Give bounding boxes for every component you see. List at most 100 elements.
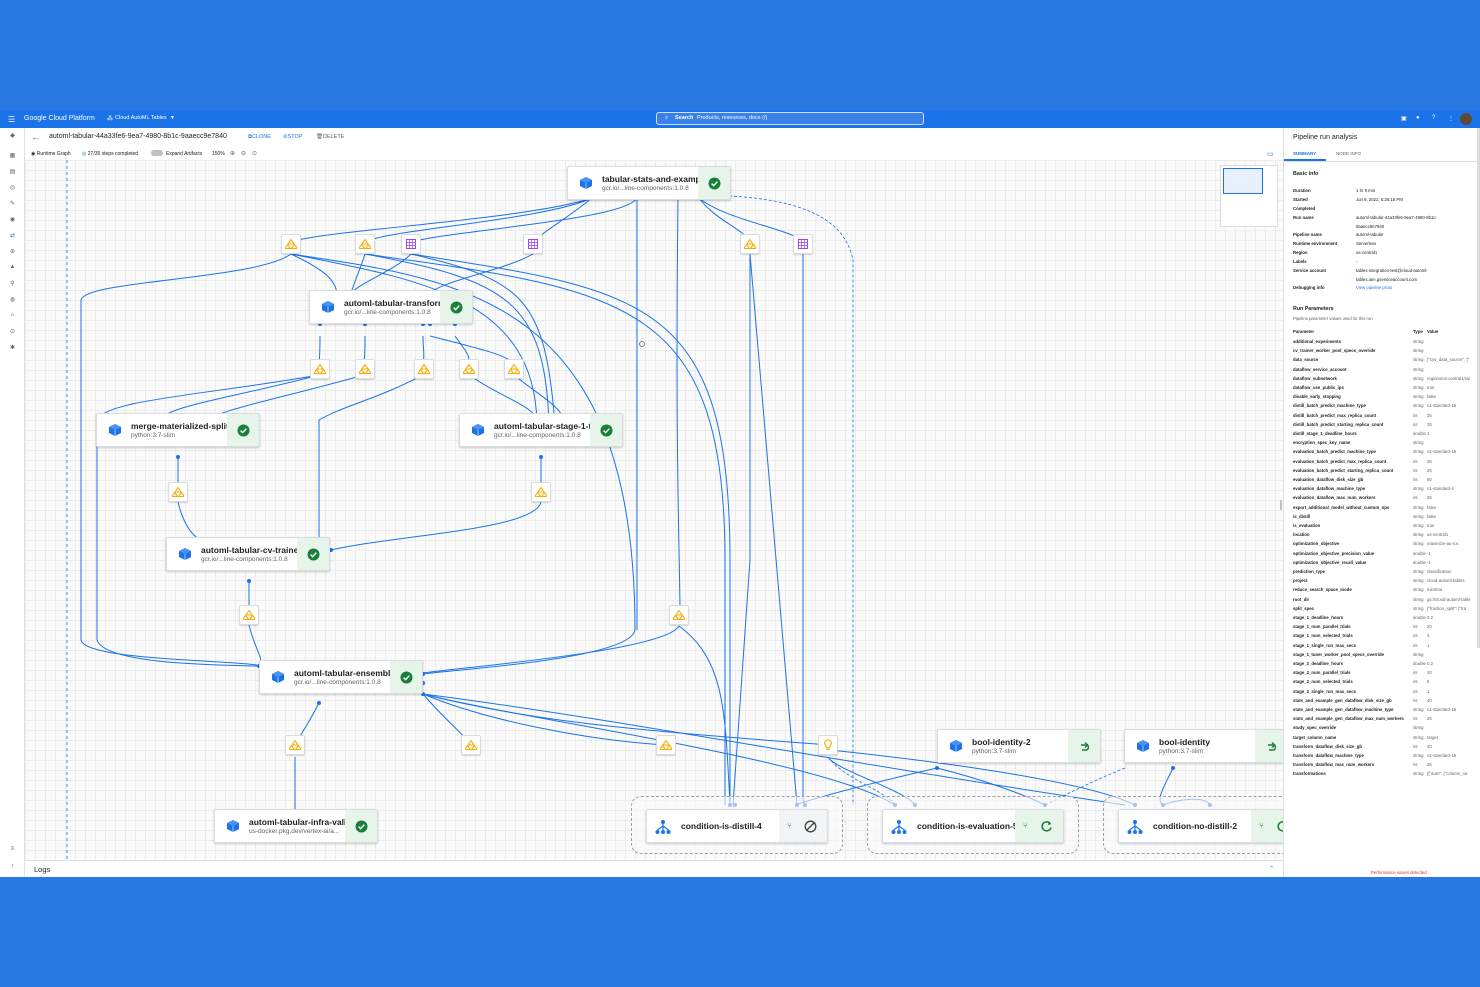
node-bool-identity[interactable]: bool-identity python:3.7-slim	[1124, 729, 1283, 763]
workbench-icon[interactable]: ◉	[8, 216, 17, 223]
pipeline-graph-canvas[interactable]: tabular-stats-and-exampl... gcr.io/...li…	[25, 160, 1283, 860]
dataset-artifact-node[interactable]	[793, 234, 813, 254]
artifact-node[interactable]	[461, 735, 481, 755]
vertex-logo-icon[interactable]: ◆	[8, 132, 17, 139]
param-type: string	[1413, 771, 1424, 777]
param-value: n1-standard-16	[1427, 403, 1457, 409]
artifact-node[interactable]	[531, 482, 551, 502]
tab-node-info[interactable]: NODE INFO	[1336, 151, 1361, 156]
menu-icon[interactable]: ☰	[8, 115, 15, 124]
models-icon[interactable]: ⚲	[8, 280, 17, 287]
dataset-artifact-node[interactable]	[523, 234, 543, 254]
dashboard-icon[interactable]: ▦	[8, 152, 17, 159]
artifact-node[interactable]	[740, 234, 760, 254]
condition-node[interactable]: condition-no-distill-2 ⑂	[1118, 809, 1283, 843]
datasets-icon[interactable]: ▤	[8, 168, 17, 175]
node-bool-identity-2[interactable]: bool-identity-2 python:3.7-slim	[937, 729, 1101, 763]
experiments-icon[interactable]: ▲	[8, 264, 17, 270]
logs-bar[interactable]: Logs ⌃	[25, 860, 1283, 877]
component-cube-icon	[580, 177, 592, 189]
artifact-node[interactable]	[285, 735, 305, 755]
param-type: double	[1413, 661, 1426, 666]
param-value: minimal	[1427, 587, 1442, 593]
model-artifact-node[interactable]	[818, 735, 838, 755]
more-vert-icon[interactable]: ⋮	[1448, 115, 1454, 122]
artifact-node[interactable]	[669, 605, 689, 625]
metadata-icon[interactable]: ⊙	[8, 328, 17, 335]
node-automl-tabular-transform[interactable]: automl-tabular-transform gcr.io/...line-…	[309, 290, 473, 324]
expand-up-icon[interactable]: ⌃	[1269, 865, 1274, 872]
node-automl-tabular-infra-validator[interactable]: automl-tabular-infra-vali... us-docker.p…	[214, 809, 378, 843]
node-tabular-stats-and-example-gen[interactable]: tabular-stats-and-exampl... gcr.io/...li…	[567, 166, 731, 200]
expand-artifacts-toggle[interactable]	[151, 150, 163, 156]
param-name: reduce_search_space_mode	[1293, 587, 1352, 593]
param-name: project	[1293, 578, 1308, 584]
tab-summary[interactable]: SUMMARY	[1293, 151, 1316, 156]
artifact-node[interactable]	[281, 234, 301, 254]
branch-icon: ⑂	[787, 821, 792, 830]
node-automl-tabular-cv-trainer[interactable]: automl-tabular-cv-trainer gcr.io/...line…	[166, 537, 330, 571]
performance-warning[interactable]: Performance issues detected	[1371, 870, 1427, 875]
param-type: int	[1413, 670, 1418, 676]
param-type: int	[1413, 624, 1418, 630]
param-type: string	[1413, 596, 1424, 602]
artifact-node[interactable]	[310, 359, 330, 379]
zoom-in-icon[interactable]: ⊕	[230, 150, 235, 157]
training-icon[interactable]: ⊛	[8, 248, 17, 255]
minimap[interactable]	[1220, 165, 1278, 227]
fit-icon[interactable]: ⊙	[252, 150, 257, 157]
product-name[interactable]: Google Cloud Platform	[24, 115, 95, 122]
artifact-node[interactable]	[459, 359, 479, 379]
back-arrow-icon[interactable]: ←	[31, 132, 40, 142]
clone-button[interactable]: ⧉CLONE	[248, 134, 271, 141]
endpoints-icon[interactable]: ◍	[8, 296, 17, 303]
condition-node[interactable]: condition-is-distill-4 ⑂	[646, 809, 828, 843]
notifications-icon[interactable]: ●	[1416, 115, 1420, 121]
node-subtitle: gcr.io/...line-components:1.0.8	[344, 309, 431, 316]
param-type: int	[1413, 495, 1418, 501]
artifact-node[interactable]	[168, 482, 188, 502]
node-merge-materialized-splits[interactable]: merge-materialized-splits python:3.7-sli…	[96, 413, 260, 447]
pipelines-icon[interactable]: ⇄	[8, 232, 17, 239]
release-notes-icon[interactable]: ≡	[8, 846, 17, 852]
param-value: {"fraction_split": {"tra	[1427, 605, 1466, 611]
resize-handle[interactable]	[1280, 500, 1282, 510]
batch-icon[interactable]: ⌂	[8, 312, 17, 318]
param-name: evaluation_batch_predict_starting_replic…	[1293, 467, 1394, 473]
param-name: distill_stage_1_deadline_hours	[1293, 431, 1357, 436]
marketplace-icon[interactable]: ✱	[8, 344, 17, 351]
param-type: string	[1413, 523, 1424, 528]
cloud-shell-icon[interactable]: ▣	[1401, 115, 1407, 122]
search-input[interactable]: ⌕ Search Products, resources, docs (/)	[656, 112, 924, 125]
run-title: automl-tabular-44a33fe6-9ea7-4980-8b1c-9…	[49, 133, 227, 140]
minimap-toggle-icon[interactable]: ▭	[1267, 150, 1274, 158]
info-value[interactable]: View pipeline proto	[1356, 285, 1392, 290]
project-picker[interactable]: Cloud AutoML Tables	[115, 115, 167, 121]
collapse-icon[interactable]: ›	[8, 863, 17, 869]
artifact-node[interactable]	[414, 359, 434, 379]
artifact-node[interactable]	[656, 735, 676, 755]
chevron-down-icon[interactable]: ▼	[170, 115, 175, 121]
features-icon[interactable]: ✎	[8, 200, 17, 207]
avatar[interactable]	[1460, 113, 1472, 125]
artifact-node[interactable]	[504, 359, 524, 379]
zoom-out-icon[interactable]: ⊖	[241, 150, 246, 157]
artifact-shapes-icon	[359, 239, 371, 249]
artifact-node[interactable]	[239, 605, 259, 625]
runtime-graph-toggle[interactable]: ◉ Runtime Graph	[31, 151, 71, 157]
minimap-viewport[interactable]	[1223, 168, 1263, 194]
help-icon[interactable]: ?	[1432, 115, 1435, 121]
labeling-icon[interactable]: ◎	[8, 184, 17, 191]
artifact-node[interactable]	[355, 234, 375, 254]
lightbulb-icon	[824, 739, 832, 751]
artifact-shapes-icon	[285, 239, 297, 249]
node-automl-tabular-ensemble[interactable]: automl-tabular-ensemble gcr.io/...line-c…	[259, 660, 423, 694]
param-value: classification	[1427, 569, 1452, 574]
condition-node[interactable]: condition-is-evaluation-5 ⑂	[882, 809, 1064, 843]
dataset-artifact-node[interactable]	[401, 234, 421, 254]
condition-group-is-evaluation-5: condition-is-evaluation-5 ⑂	[867, 796, 1079, 854]
artifact-node[interactable]	[355, 359, 375, 379]
node-automl-tabular-stage-1-tuner[interactable]: automl-tabular-stage-1-t... gcr.io/...li…	[459, 413, 623, 447]
stop-button[interactable]: ⊘STOP	[283, 134, 303, 140]
delete-button[interactable]: 🗑DELETE	[316, 134, 344, 140]
